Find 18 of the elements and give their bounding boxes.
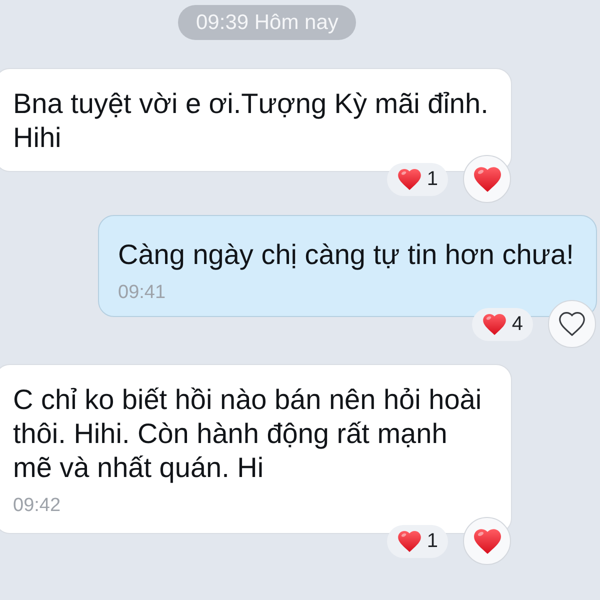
reaction-badge[interactable]: 1 <box>386 162 448 196</box>
message-time: 09:42 <box>13 495 61 517</box>
heart-icon <box>482 314 506 334</box>
heart-icon <box>474 528 500 554</box>
message-text: C chỉ ko biết hồi nào bán nên hỏi hoài thôi. Hihi. Còn hành động rất mạnh mẽ và nhất quán. Hi <box>13 383 483 485</box>
react-button[interactable] <box>463 517 511 565</box>
message-time: 09:41 <box>118 282 166 304</box>
heart-icon <box>398 168 421 190</box>
react-button[interactable] <box>548 300 596 348</box>
heart-icon <box>474 166 500 192</box>
message-text: Bna tuyệt vời e ơi.Tượng Kỳ mãi đỉnh. Hihi <box>13 87 490 155</box>
reaction-badge[interactable]: 4 <box>472 308 533 340</box>
date-separator: 09:39 Hôm nay <box>178 5 356 40</box>
reaction-badge[interactable]: 1 <box>386 524 448 558</box>
heart-outline-icon <box>559 312 585 336</box>
message-text: Càng ngày chị càng tự tin hơn chưa! <box>118 238 575 272</box>
heart-icon <box>398 530 421 552</box>
react-button[interactable] <box>463 155 511 203</box>
